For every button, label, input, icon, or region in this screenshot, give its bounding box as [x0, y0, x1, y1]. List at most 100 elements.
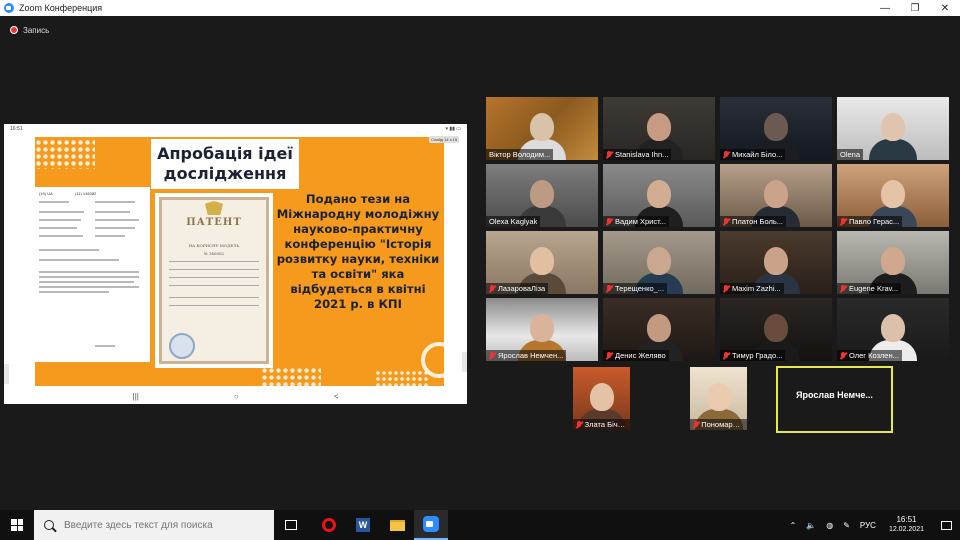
- recent-apps-button[interactable]: |||: [133, 392, 139, 401]
- slide-title-line2: дослідження: [163, 164, 287, 183]
- participant-tile[interactable]: Тимур Градо...: [720, 298, 832, 361]
- participant-tile[interactable]: Олег Козлен...: [837, 298, 949, 361]
- participant-tile[interactable]: Терещенко_...: [603, 231, 715, 294]
- windows-logo-icon: [11, 519, 23, 531]
- right-edge-handle[interactable]: [462, 352, 467, 372]
- start-button[interactable]: [0, 510, 34, 540]
- close-button[interactable]: ✕: [930, 0, 960, 16]
- participant-name: Ярослав Немчен...: [498, 351, 564, 360]
- doc-code: (19) UA: [39, 191, 53, 196]
- participant-tile[interactable]: Stanislava Ihn...: [603, 97, 715, 160]
- task-view-button[interactable]: [274, 510, 308, 540]
- participant-tile[interactable]: Eugene Krav...: [837, 231, 949, 294]
- home-button[interactable]: ○: [234, 392, 239, 401]
- participant-name: Злата Бічева: [584, 420, 627, 429]
- participant-tile[interactable]: Maxim Zazhi...: [720, 231, 832, 294]
- phone-status-bar: 16:51 ▾ ▮▮ ▭: [4, 124, 467, 134]
- participant-name: Віктор Володим...: [489, 150, 551, 159]
- mic-muted-icon: [606, 217, 612, 226]
- participant-tile[interactable]: Ярослав Немчен...: [486, 298, 598, 361]
- slide-body-text: Подано тези на Міжнародну молодіжну наук…: [276, 192, 440, 311]
- participant-face: [647, 314, 671, 342]
- task-view-icon: [285, 520, 297, 530]
- participant-name: Михайл Біло...: [732, 150, 783, 159]
- slide-page-indicator: Слайд 14 з 15: [429, 136, 460, 143]
- participant-tile[interactable]: Віктор Володим...: [486, 97, 598, 160]
- participant-tile[interactable]: Денис Желяво: [603, 298, 715, 361]
- record-icon: [10, 26, 18, 34]
- search-icon: [44, 520, 54, 530]
- participant-tile[interactable]: Злата Бічева: [573, 367, 630, 430]
- participant-tile[interactable]: Платон Боль...: [720, 164, 832, 227]
- word-taskbar-button[interactable]: W: [346, 510, 380, 540]
- presentation-slide: Апробація ідеї дослідження (11) 146082 (…: [35, 137, 444, 386]
- participant-namebar: Olexa Kaglyak: [486, 216, 541, 227]
- phone-status-time: 16:51: [10, 126, 23, 132]
- restore-button[interactable]: ❐: [900, 0, 930, 16]
- volume-icon[interactable]: 🔈: [806, 521, 816, 530]
- mic-muted-icon: [489, 284, 495, 293]
- participant-namebar: Денис Желяво: [603, 350, 669, 361]
- participant-namebar: Maxim Zazhi...: [720, 283, 784, 294]
- windows-taskbar: W ⌃ 🔈 ◍ ✎ РУС 16:51 12.02.2021: [0, 510, 960, 540]
- participant-name: ЛазароваЛіза: [498, 284, 546, 293]
- participant-namebar: Терещенко_...: [603, 283, 668, 294]
- participant-tile[interactable]: ЛазароваЛіза: [486, 231, 598, 294]
- clock-date: 12.02.2021: [888, 526, 924, 533]
- mic-muted-icon: [693, 420, 699, 429]
- network-icon[interactable]: ◍: [826, 521, 833, 530]
- taskbar-search[interactable]: [34, 510, 274, 540]
- mic-muted-icon: [723, 351, 729, 360]
- patent-word: ПАТЕНТ: [186, 217, 242, 228]
- minimize-button[interactable]: —: [870, 0, 900, 16]
- window-title: Zoom Конференция: [19, 3, 103, 13]
- participant-tile[interactable]: Павло Герас...: [837, 164, 949, 227]
- shared-screen[interactable]: 16:51 ▾ ▮▮ ▭ Апробація ідеї дослідження …: [4, 124, 467, 404]
- participant-name: Терещенко_...: [615, 284, 665, 293]
- left-edge-handle[interactable]: [4, 364, 9, 384]
- participant-tile[interactable]: Михайл Біло...: [720, 97, 832, 160]
- participant-tile[interactable]: Вадим Христ...: [603, 164, 715, 227]
- recording-indicator[interactable]: Запись: [0, 16, 960, 44]
- mic-muted-icon: [840, 351, 846, 360]
- participant-namebar: Olena: [837, 149, 864, 160]
- zoom-logo-icon: [4, 3, 14, 13]
- participant-name: Тимур Градо...: [732, 351, 783, 360]
- participant-face: [530, 180, 554, 208]
- zoom-taskbar-button[interactable]: [414, 510, 448, 540]
- back-button[interactable]: <: [334, 392, 339, 401]
- participant-tile[interactable]: Ярослав Немче...: [776, 366, 893, 433]
- notification-icon: [940, 520, 952, 530]
- participant-name: Вадим Христ...: [615, 217, 666, 226]
- participant-name: Olexa Kaglyak: [489, 217, 538, 226]
- taskbar-clock[interactable]: 16:51 12.02.2021: [889, 515, 924, 535]
- participant-face: [881, 113, 905, 141]
- participant-name: Stanislava Ihn...: [615, 150, 669, 159]
- opera-taskbar-button[interactable]: [312, 510, 346, 540]
- patent-subtitle: НА КОРИСНУ МОДЕЛЬ: [188, 243, 240, 248]
- taskbar-search-input[interactable]: [64, 519, 264, 531]
- pen-icon[interactable]: ✎: [843, 521, 850, 530]
- title-bar: Zoom Конференция — ❐ ✕: [0, 0, 960, 16]
- participant-face: [881, 314, 905, 342]
- explorer-taskbar-button[interactable]: [380, 510, 414, 540]
- participant-namebar: Тимур Градо...: [720, 350, 786, 361]
- system-tray: ⌃ 🔈 ◍ ✎ РУС 16:51 12.02.2021: [785, 510, 960, 540]
- phone-status-icons: ▾ ▮▮ ▭: [445, 126, 461, 132]
- participant-face: [764, 247, 788, 275]
- notifications-button[interactable]: [932, 510, 960, 540]
- patent-certificate-image: ПАТЕНТ НА КОРИСНУ МОДЕЛЬ № 146082: [155, 193, 273, 368]
- language-indicator[interactable]: РУС: [860, 521, 876, 530]
- participant-name: Павло Герас...: [849, 217, 900, 226]
- participant-name: Олег Козлен...: [849, 351, 899, 360]
- participant-tile[interactable]: Olena: [837, 97, 949, 160]
- participant-tile[interactable]: Olexa Kaglyak: [486, 164, 598, 227]
- participant-tile[interactable]: Пономаренк...: [690, 367, 747, 430]
- chevron-up-icon[interactable]: ⌃: [790, 521, 797, 530]
- participant-namebar: ЛазароваЛіза: [486, 283, 549, 294]
- mic-muted-icon: [606, 351, 612, 360]
- participant-face: [764, 180, 788, 208]
- participant-face: [764, 113, 788, 141]
- participant-namebar: Eugene Krav...: [837, 283, 902, 294]
- participant-face: [530, 314, 554, 342]
